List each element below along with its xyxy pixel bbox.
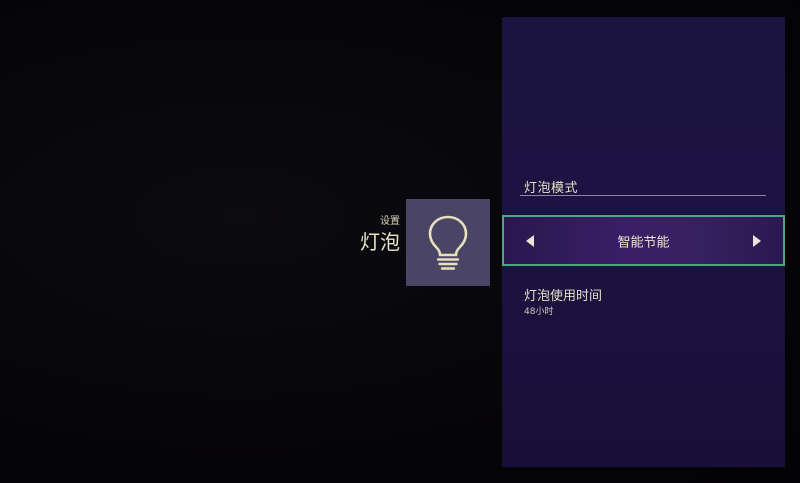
screen: 设置 灯泡 灯泡模式 智能节能 灯泡使用时间 48小时 bbox=[0, 0, 800, 483]
section-divider bbox=[520, 195, 766, 196]
bulb-category-tile[interactable] bbox=[406, 199, 490, 286]
page-title: 灯泡 bbox=[360, 230, 400, 254]
page-heading: 设置 灯泡 bbox=[360, 216, 400, 255]
bulb-usage-time-title[interactable]: 灯泡使用时间 bbox=[524, 285, 602, 304]
bulb-mode-selector[interactable]: 智能节能 bbox=[502, 215, 785, 266]
right-arrow-icon[interactable] bbox=[753, 234, 761, 247]
bulb-mode-title: 灯泡模式 bbox=[524, 181, 579, 196]
bulb-settings-panel: 灯泡模式 智能节能 灯泡使用时间 48小时 bbox=[502, 17, 785, 467]
lightbulb-icon bbox=[426, 214, 470, 272]
bulb-usage-time-value: 48小时 bbox=[524, 307, 554, 317]
bulb-mode-value: 智能节能 bbox=[617, 235, 670, 250]
settings-label: 设置 bbox=[380, 216, 400, 227]
